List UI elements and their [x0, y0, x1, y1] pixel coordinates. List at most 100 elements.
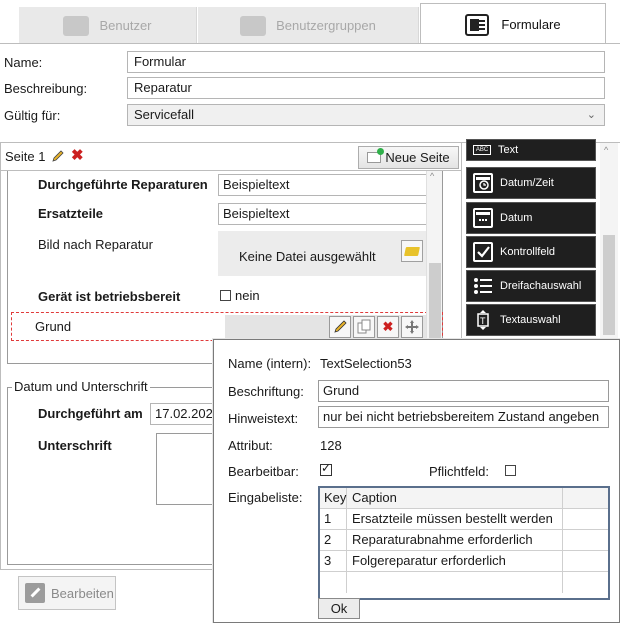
reason-field[interactable]: ✖	[225, 315, 439, 339]
editable-label: Bearbeitbar:	[228, 464, 299, 479]
users-icon	[63, 15, 90, 36]
ok-button[interactable]: Ok	[318, 598, 360, 619]
palette-item-checkbox[interactable]: Kontrollfeld	[466, 236, 596, 268]
tab-user-groups[interactable]: Benutzergruppen	[198, 7, 419, 44]
grid-header-caption: Caption	[347, 488, 563, 509]
group-legend: Datum und Unterschrift	[12, 379, 150, 394]
signature-label: Unterschrift	[38, 438, 112, 453]
svg-text:T: T	[480, 316, 486, 326]
edit-button[interactable]: Bearbeiten	[18, 576, 116, 610]
tab-users[interactable]: Benutzer	[19, 7, 197, 44]
palette-item-triple-choice-label: Dreifachauswahl	[500, 280, 582, 292]
required-checkbox[interactable]	[505, 465, 516, 476]
valid-for-select[interactable]: Servicefall ⌄	[127, 104, 605, 126]
fields-scroll-thumb[interactable]	[429, 263, 441, 339]
table-row[interactable]: 1 Ersatzteile müssen bestellt werden	[320, 509, 608, 530]
valid-for-value: Servicefall	[134, 107, 194, 122]
repairs-field[interactable]: Beispieltext	[218, 174, 433, 196]
valid-for-row: Gültig für: Servicefall ⌄	[0, 103, 620, 127]
ready-checkbox[interactable]: nein	[220, 288, 260, 303]
move-field-icon[interactable]	[401, 316, 423, 338]
ready-value: nein	[235, 288, 260, 303]
fields-panel: Durchgeführte Reparaturen Beispieltext E…	[7, 171, 443, 364]
caption-input[interactable]: Grund	[318, 380, 609, 402]
attribute-label: Attribut:	[228, 438, 273, 453]
palette-item-text-select[interactable]: T Textauswahl	[466, 304, 596, 336]
checkbox-icon	[473, 242, 493, 262]
calendar-clock-icon	[473, 173, 493, 193]
form-icon	[465, 14, 491, 36]
tab-forms[interactable]: Formulare	[420, 3, 606, 44]
hint-label: Hinweistext:	[228, 411, 299, 426]
palette-scroll-thumb[interactable]	[603, 235, 615, 335]
new-page-icon	[367, 148, 385, 163]
input-list-grid[interactable]: Key Caption 1 Ersatzteile müssen bestell…	[318, 486, 610, 600]
delete-page-icon[interactable]: ✖	[71, 146, 84, 164]
valid-for-label: Gültig für:	[4, 107, 61, 123]
internal-name-label: Name (intern):	[228, 356, 312, 371]
required-label: Pflichtfeld:	[429, 464, 489, 479]
delete-field-icon[interactable]: ✖	[377, 316, 399, 338]
image-label: Bild nach Reparatur	[38, 237, 153, 252]
grid-header-row: Key Caption	[320, 488, 608, 509]
description-field[interactable]: Reparatur	[127, 77, 605, 99]
palette-item-datetime[interactable]: Datum/Zeit	[466, 167, 596, 199]
grid-header-key: Key	[320, 488, 347, 509]
palette-item-date[interactable]: Datum	[466, 202, 596, 234]
tab-divider	[0, 43, 620, 44]
ready-label: Gerät ist betriebsbereit	[38, 289, 181, 304]
pencil-icon	[25, 583, 45, 603]
hint-input[interactable]: nur bei nicht betriebsbereitem Zustand a…	[318, 406, 609, 428]
parts-field[interactable]: Beispieltext	[218, 203, 433, 225]
page-title[interactable]: Seite 1	[5, 149, 45, 164]
row-key-empty[interactable]	[320, 572, 347, 593]
row-caption[interactable]: Ersatzteile müssen bestellt werden	[347, 509, 563, 530]
scroll-up-icon[interactable]: ^	[604, 145, 608, 155]
page-header: Seite 1 ✖ Neue Seite	[0, 142, 462, 170]
palette-item-text-label: Text	[498, 144, 519, 156]
name-label: Name:	[4, 54, 43, 70]
caption-label: Beschriftung:	[228, 384, 304, 399]
input-list-label: Eingabeliste:	[228, 490, 303, 505]
table-row[interactable]: 3 Folgereparatur erforderlich	[320, 551, 608, 572]
repairs-label: Durchgeführte Reparaturen	[38, 177, 208, 192]
new-page-button[interactable]: Neue Seite	[358, 146, 459, 169]
palette-item-checkbox-label: Kontrollfeld	[500, 246, 556, 258]
pencil-icon[interactable]	[51, 149, 65, 163]
row-key[interactable]: 2	[320, 530, 347, 551]
internal-name-value: TextSelection53	[320, 356, 412, 371]
done-on-label: Durchgeführt am	[38, 406, 143, 421]
row-key[interactable]: 1	[320, 509, 347, 530]
name-row: Name: Formular	[0, 50, 620, 74]
description-row: Beschreibung: Reparatur	[0, 76, 620, 100]
abc-icon: ABC	[473, 145, 491, 155]
editable-checkbox[interactable]	[320, 461, 332, 476]
folder-icon[interactable]	[401, 240, 423, 262]
tab-bar: Benutzer Benutzergruppen Formulare	[0, 0, 620, 44]
new-page-label: Neue Seite	[385, 150, 450, 165]
tab-user-groups-label: Benutzergruppen	[276, 18, 376, 33]
row-caption[interactable]: Folgereparatur erforderlich	[347, 551, 563, 572]
ok-button-label: Ok	[330, 601, 348, 616]
table-row-empty[interactable]	[320, 572, 608, 593]
scroll-up-icon[interactable]: ^	[430, 171, 434, 181]
reason-label: Grund	[35, 319, 72, 334]
checkbox-icon	[220, 290, 231, 301]
row-key[interactable]: 3	[320, 551, 347, 572]
row-caption-empty[interactable]	[347, 572, 563, 593]
palette-item-datetime-label: Datum/Zeit	[500, 177, 554, 189]
table-row[interactable]: 2 Reparaturabnahme erforderlich	[320, 530, 608, 551]
palette-item-triple-choice[interactable]: Dreifachauswahl	[466, 270, 596, 302]
text-select-icon: T	[473, 310, 493, 330]
name-field[interactable]: Formular	[127, 51, 605, 73]
copy-field-icon[interactable]	[353, 316, 375, 338]
fields-scrollbar[interactable]: ^	[426, 171, 442, 364]
image-file-text: Keine Datei ausgewählt	[239, 249, 376, 264]
edit-field-icon[interactable]	[329, 316, 351, 338]
reason-row-selected[interactable]: Grund ✖	[11, 312, 443, 341]
description-label: Beschreibung:	[4, 80, 88, 96]
row-caption[interactable]: Reparaturabnahme erforderlich	[347, 530, 563, 551]
palette-item-text[interactable]: ABC Text	[466, 139, 596, 161]
image-file-box[interactable]: Keine Datei ausgewählt	[218, 231, 433, 276]
list-icon	[473, 276, 493, 296]
